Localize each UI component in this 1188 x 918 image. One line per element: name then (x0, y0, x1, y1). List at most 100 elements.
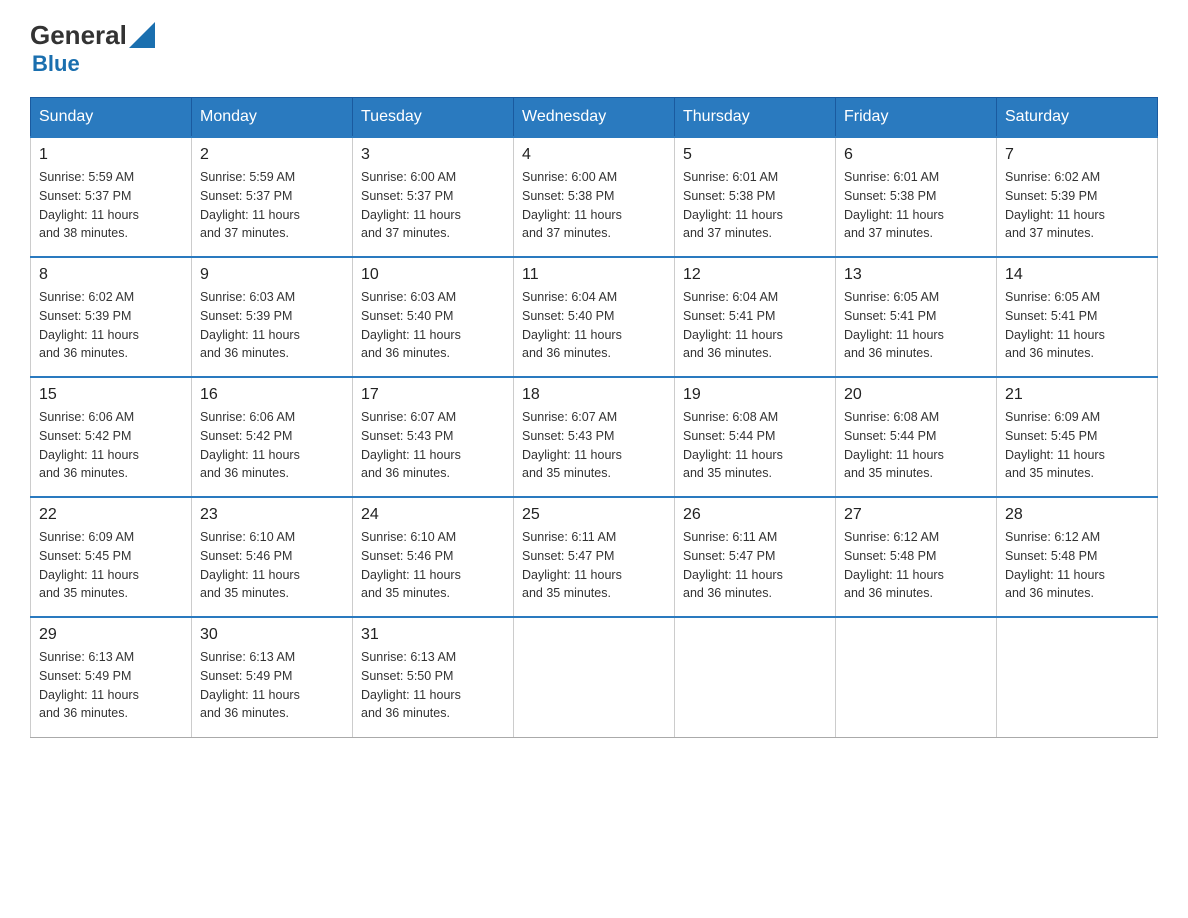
calendar-cell: 21 Sunrise: 6:09 AM Sunset: 5:45 PM Dayl… (997, 377, 1158, 497)
day-info: Sunrise: 6:09 AM Sunset: 5:45 PM Dayligh… (39, 528, 183, 603)
calendar-cell: 15 Sunrise: 6:06 AM Sunset: 5:42 PM Dayl… (31, 377, 192, 497)
calendar-cell: 24 Sunrise: 6:10 AM Sunset: 5:46 PM Dayl… (353, 497, 514, 617)
day-info: Sunrise: 6:13 AM Sunset: 5:50 PM Dayligh… (361, 648, 505, 723)
day-info: Sunrise: 5:59 AM Sunset: 5:37 PM Dayligh… (200, 168, 344, 243)
calendar-cell: 18 Sunrise: 6:07 AM Sunset: 5:43 PM Dayl… (514, 377, 675, 497)
calendar-cell: 27 Sunrise: 6:12 AM Sunset: 5:48 PM Dayl… (836, 497, 997, 617)
day-info: Sunrise: 6:04 AM Sunset: 5:40 PM Dayligh… (522, 288, 666, 363)
day-info: Sunrise: 6:05 AM Sunset: 5:41 PM Dayligh… (844, 288, 988, 363)
calendar-cell: 8 Sunrise: 6:02 AM Sunset: 5:39 PM Dayli… (31, 257, 192, 377)
logo-general: General (30, 20, 127, 51)
day-number: 21 (1005, 386, 1149, 404)
col-header-sunday: Sunday (31, 98, 192, 138)
calendar-cell: 25 Sunrise: 6:11 AM Sunset: 5:47 PM Dayl… (514, 497, 675, 617)
day-info: Sunrise: 6:09 AM Sunset: 5:45 PM Dayligh… (1005, 408, 1149, 483)
day-info: Sunrise: 6:06 AM Sunset: 5:42 PM Dayligh… (200, 408, 344, 483)
col-header-tuesday: Tuesday (353, 98, 514, 138)
calendar-cell: 20 Sunrise: 6:08 AM Sunset: 5:44 PM Dayl… (836, 377, 997, 497)
calendar-header-row: SundayMondayTuesdayWednesdayThursdayFrid… (31, 98, 1158, 138)
calendar-cell: 22 Sunrise: 6:09 AM Sunset: 5:45 PM Dayl… (31, 497, 192, 617)
day-number: 4 (522, 146, 666, 164)
calendar-cell: 26 Sunrise: 6:11 AM Sunset: 5:47 PM Dayl… (675, 497, 836, 617)
day-number: 26 (683, 506, 827, 524)
day-number: 16 (200, 386, 344, 404)
calendar-cell: 29 Sunrise: 6:13 AM Sunset: 5:49 PM Dayl… (31, 617, 192, 737)
calendar-cell: 13 Sunrise: 6:05 AM Sunset: 5:41 PM Dayl… (836, 257, 997, 377)
calendar-cell: 9 Sunrise: 6:03 AM Sunset: 5:39 PM Dayli… (192, 257, 353, 377)
day-number: 2 (200, 146, 344, 164)
calendar-cell: 2 Sunrise: 5:59 AM Sunset: 5:37 PM Dayli… (192, 137, 353, 257)
day-info: Sunrise: 6:01 AM Sunset: 5:38 PM Dayligh… (683, 168, 827, 243)
week-row-2: 8 Sunrise: 6:02 AM Sunset: 5:39 PM Dayli… (31, 257, 1158, 377)
day-info: Sunrise: 6:03 AM Sunset: 5:40 PM Dayligh… (361, 288, 505, 363)
day-info: Sunrise: 6:05 AM Sunset: 5:41 PM Dayligh… (1005, 288, 1149, 363)
day-number: 13 (844, 266, 988, 284)
day-info: Sunrise: 6:08 AM Sunset: 5:44 PM Dayligh… (683, 408, 827, 483)
day-number: 22 (39, 506, 183, 524)
day-number: 17 (361, 386, 505, 404)
calendar-cell (997, 617, 1158, 737)
col-header-saturday: Saturday (997, 98, 1158, 138)
calendar-cell: 28 Sunrise: 6:12 AM Sunset: 5:48 PM Dayl… (997, 497, 1158, 617)
calendar-cell: 4 Sunrise: 6:00 AM Sunset: 5:38 PM Dayli… (514, 137, 675, 257)
calendar-cell: 5 Sunrise: 6:01 AM Sunset: 5:38 PM Dayli… (675, 137, 836, 257)
calendar-cell: 31 Sunrise: 6:13 AM Sunset: 5:50 PM Dayl… (353, 617, 514, 737)
day-info: Sunrise: 6:04 AM Sunset: 5:41 PM Dayligh… (683, 288, 827, 363)
day-info: Sunrise: 6:12 AM Sunset: 5:48 PM Dayligh… (844, 528, 988, 603)
calendar-cell: 11 Sunrise: 6:04 AM Sunset: 5:40 PM Dayl… (514, 257, 675, 377)
day-info: Sunrise: 5:59 AM Sunset: 5:37 PM Dayligh… (39, 168, 183, 243)
day-number: 9 (200, 266, 344, 284)
day-number: 18 (522, 386, 666, 404)
day-number: 7 (1005, 146, 1149, 164)
col-header-friday: Friday (836, 98, 997, 138)
day-info: Sunrise: 6:07 AM Sunset: 5:43 PM Dayligh… (361, 408, 505, 483)
week-row-3: 15 Sunrise: 6:06 AM Sunset: 5:42 PM Dayl… (31, 377, 1158, 497)
calendar-cell: 17 Sunrise: 6:07 AM Sunset: 5:43 PM Dayl… (353, 377, 514, 497)
calendar-cell: 1 Sunrise: 5:59 AM Sunset: 5:37 PM Dayli… (31, 137, 192, 257)
day-info: Sunrise: 6:11 AM Sunset: 5:47 PM Dayligh… (522, 528, 666, 603)
day-number: 14 (1005, 266, 1149, 284)
col-header-wednesday: Wednesday (514, 98, 675, 138)
day-info: Sunrise: 6:11 AM Sunset: 5:47 PM Dayligh… (683, 528, 827, 603)
day-info: Sunrise: 6:03 AM Sunset: 5:39 PM Dayligh… (200, 288, 344, 363)
day-number: 5 (683, 146, 827, 164)
col-header-monday: Monday (192, 98, 353, 138)
calendar-cell: 7 Sunrise: 6:02 AM Sunset: 5:39 PM Dayli… (997, 137, 1158, 257)
day-number: 19 (683, 386, 827, 404)
day-info: Sunrise: 6:12 AM Sunset: 5:48 PM Dayligh… (1005, 528, 1149, 603)
day-number: 24 (361, 506, 505, 524)
logo-blue: Blue (32, 51, 80, 77)
logo-icon (129, 22, 155, 48)
day-number: 30 (200, 626, 344, 644)
page-header: General Blue (30, 20, 1158, 77)
day-info: Sunrise: 6:08 AM Sunset: 5:44 PM Dayligh… (844, 408, 988, 483)
col-header-thursday: Thursday (675, 98, 836, 138)
day-info: Sunrise: 6:02 AM Sunset: 5:39 PM Dayligh… (39, 288, 183, 363)
week-row-1: 1 Sunrise: 5:59 AM Sunset: 5:37 PM Dayli… (31, 137, 1158, 257)
week-row-5: 29 Sunrise: 6:13 AM Sunset: 5:49 PM Dayl… (31, 617, 1158, 737)
week-row-4: 22 Sunrise: 6:09 AM Sunset: 5:45 PM Dayl… (31, 497, 1158, 617)
day-number: 29 (39, 626, 183, 644)
calendar-cell: 30 Sunrise: 6:13 AM Sunset: 5:49 PM Dayl… (192, 617, 353, 737)
calendar-cell (836, 617, 997, 737)
day-info: Sunrise: 6:00 AM Sunset: 5:37 PM Dayligh… (361, 168, 505, 243)
calendar-cell (675, 617, 836, 737)
day-number: 28 (1005, 506, 1149, 524)
day-number: 3 (361, 146, 505, 164)
calendar-table: SundayMondayTuesdayWednesdayThursdayFrid… (30, 97, 1158, 738)
day-number: 15 (39, 386, 183, 404)
day-number: 31 (361, 626, 505, 644)
calendar-cell: 16 Sunrise: 6:06 AM Sunset: 5:42 PM Dayl… (192, 377, 353, 497)
day-info: Sunrise: 6:13 AM Sunset: 5:49 PM Dayligh… (39, 648, 183, 723)
calendar-cell (514, 617, 675, 737)
day-number: 23 (200, 506, 344, 524)
day-number: 25 (522, 506, 666, 524)
calendar-cell: 6 Sunrise: 6:01 AM Sunset: 5:38 PM Dayli… (836, 137, 997, 257)
day-number: 20 (844, 386, 988, 404)
calendar-cell: 14 Sunrise: 6:05 AM Sunset: 5:41 PM Dayl… (997, 257, 1158, 377)
calendar-cell: 3 Sunrise: 6:00 AM Sunset: 5:37 PM Dayli… (353, 137, 514, 257)
logo: General Blue (30, 20, 155, 77)
day-info: Sunrise: 6:07 AM Sunset: 5:43 PM Dayligh… (522, 408, 666, 483)
day-info: Sunrise: 6:00 AM Sunset: 5:38 PM Dayligh… (522, 168, 666, 243)
day-info: Sunrise: 6:01 AM Sunset: 5:38 PM Dayligh… (844, 168, 988, 243)
